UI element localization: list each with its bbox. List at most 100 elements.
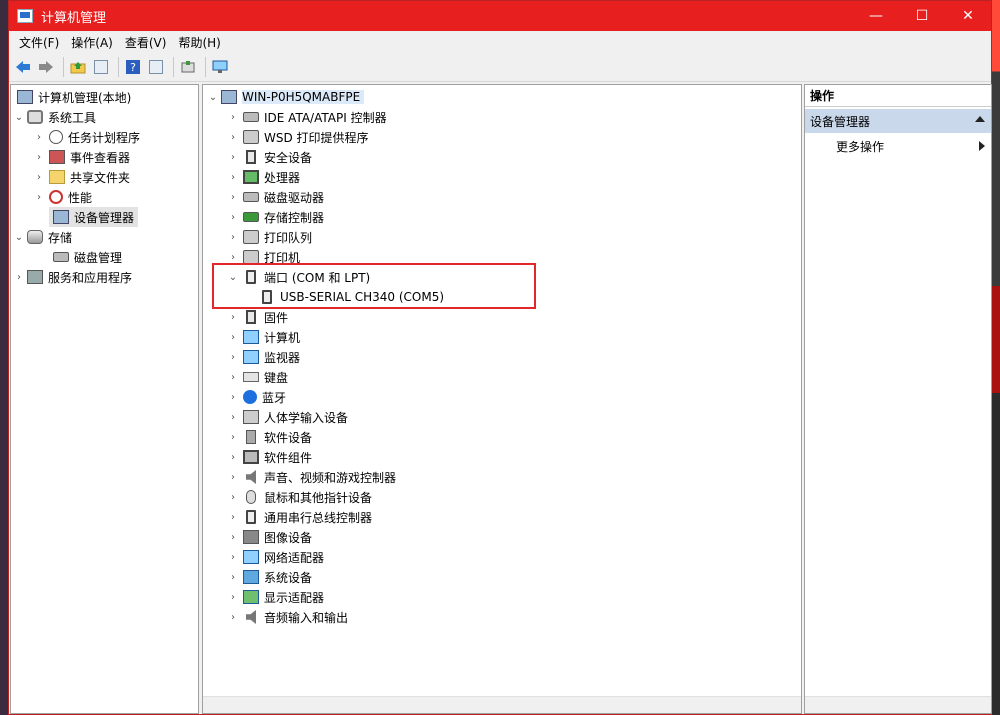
device-category[interactable]: › WSD 打印提供程序: [227, 127, 369, 147]
device-category[interactable]: › 软件组件: [227, 447, 312, 467]
device-category[interactable]: › IDE ATA/ATAPI 控制器: [227, 107, 387, 127]
device-category[interactable]: › 显示适配器: [227, 587, 324, 607]
device-category-label: 蓝牙: [262, 390, 287, 405]
device-category[interactable]: › 安全设备: [227, 147, 312, 167]
device-category[interactable]: › 处理器: [227, 167, 300, 187]
chevron-right-icon[interactable]: ›: [227, 492, 239, 503]
chevron-right-icon[interactable]: ›: [33, 172, 45, 183]
chevron-right-icon[interactable]: ›: [13, 272, 25, 283]
device-category[interactable]: › 系统设备: [227, 567, 312, 587]
tree-item-services-apps[interactable]: › 服务和应用程序: [13, 267, 132, 287]
chevron-right-icon[interactable]: ›: [227, 432, 239, 443]
scan-hardware-button[interactable]: [210, 57, 230, 77]
device-category[interactable]: › 人体学输入设备: [227, 407, 348, 427]
horizontal-scrollbar[interactable]: [805, 696, 991, 713]
tree-item-disk-management[interactable]: 磁盘管理: [49, 247, 122, 267]
device-tree-pane[interactable]: ⌄ WIN-P0H5QMABFPE › IDE ATA/ATAPI 控制器 › WS…: [202, 84, 802, 714]
device-category[interactable]: › 音频输入和输出: [227, 607, 348, 627]
forward-button[interactable]: [36, 57, 56, 77]
chevron-right-icon[interactable]: ›: [227, 332, 239, 343]
close-button[interactable]: ✕: [945, 1, 991, 31]
menu-file[interactable]: 文件(F): [13, 34, 65, 51]
menu-action[interactable]: 操作(A): [65, 34, 119, 51]
chevron-right-icon[interactable]: ›: [33, 152, 45, 163]
chevron-right-icon[interactable]: ›: [227, 572, 239, 583]
tree-item-shared-folders[interactable]: › 共享文件夹: [33, 167, 130, 187]
tree-item-task-scheduler[interactable]: › 任务计划程序: [33, 127, 140, 147]
chevron-right-icon[interactable]: ›: [227, 192, 239, 203]
device-category[interactable]: › 网络适配器: [227, 547, 324, 567]
device-category[interactable]: › 鼠标和其他指针设备: [227, 487, 372, 507]
printer-icon: [243, 250, 259, 264]
device-category[interactable]: › 键盘: [227, 367, 288, 387]
chevron-right-icon[interactable]: ›: [227, 172, 239, 183]
device-category[interactable]: › 图像设备: [227, 527, 312, 547]
chevron-right-icon[interactable]: ›: [227, 212, 239, 223]
tree-item-device-manager[interactable]: 设备管理器: [49, 207, 139, 227]
show-hide-tree-button[interactable]: [91, 57, 111, 77]
chevron-down-icon[interactable]: ⌄: [207, 92, 219, 103]
device-category[interactable]: › 计算机: [227, 327, 300, 347]
device-category[interactable]: › 声音、视频和游戏控制器: [227, 467, 396, 487]
chevron-down-icon[interactable]: ⌄: [13, 232, 25, 243]
device-category[interactable]: › 监视器: [227, 347, 300, 367]
device-category-label: 磁盘驱动器: [264, 190, 325, 205]
tree-item-computer-management[interactable]: 计算机管理(本地): [13, 87, 131, 107]
chevron-right-icon[interactable]: ›: [227, 132, 239, 143]
chevron-right-icon[interactable]: ›: [33, 192, 45, 203]
system-device-icon: [243, 570, 259, 584]
collapse-triangle-icon[interactable]: [975, 116, 985, 122]
device-category[interactable]: › 磁盘驱动器: [227, 187, 324, 207]
horizontal-scrollbar[interactable]: [203, 696, 801, 713]
back-button[interactable]: [13, 57, 33, 77]
device-category[interactable]: › 通用串行总线控制器: [227, 507, 372, 527]
chevron-right-icon[interactable]: ›: [227, 312, 239, 323]
console-tree-icon: [94, 60, 108, 74]
chevron-right-icon[interactable]: ›: [227, 612, 239, 623]
title-bar[interactable]: 计算机管理 — ☐ ✕: [9, 1, 991, 31]
chevron-right-icon[interactable]: ›: [227, 352, 239, 363]
chevron-right-icon[interactable]: ›: [227, 232, 239, 243]
device-category[interactable]: › 打印队列: [227, 227, 312, 247]
chevron-right-icon[interactable]: ›: [227, 552, 239, 563]
chevron-right-icon[interactable]: ›: [227, 372, 239, 383]
chevron-right-icon[interactable]: ›: [227, 452, 239, 463]
chevron-right-icon[interactable]: ›: [227, 152, 239, 163]
device-category[interactable]: › 存储控制器: [227, 207, 324, 227]
chevron-right-icon[interactable]: ›: [227, 252, 239, 263]
device-category[interactable]: › 软件设备: [227, 427, 312, 447]
clock-icon: [49, 130, 63, 144]
folder-up-icon: [70, 62, 86, 74]
up-level-button[interactable]: [68, 57, 88, 77]
help-button[interactable]: ?: [123, 57, 143, 77]
chevron-right-icon[interactable]: ›: [227, 592, 239, 603]
chevron-right-icon[interactable]: ›: [227, 112, 239, 123]
chevron-down-icon[interactable]: ⌄: [13, 112, 25, 123]
minimize-button[interactable]: —: [853, 1, 899, 31]
properties-button[interactable]: [146, 57, 166, 77]
tree-item-performance[interactable]: › 性能: [33, 187, 92, 207]
tree-item-system-tools[interactable]: ⌄ 系统工具: [13, 107, 96, 127]
menu-help[interactable]: 帮助(H): [172, 34, 226, 51]
device-category[interactable]: › 固件: [227, 307, 288, 327]
device-category[interactable]: › 蓝牙: [227, 387, 286, 407]
device-category-label: 音频输入和输出: [264, 610, 349, 625]
chevron-right-icon[interactable]: ›: [227, 392, 239, 403]
chevron-right-icon[interactable]: ›: [227, 512, 239, 523]
services-icon: [27, 270, 43, 284]
chevron-right-icon[interactable]: ›: [227, 472, 239, 483]
device-category-label: 计算机: [264, 330, 301, 345]
maximize-button[interactable]: ☐: [899, 1, 945, 31]
console-tree-pane[interactable]: 计算机管理(本地) ⌄ 系统工具 › 任务计划程序 › 事件查看器 › 共享文件…: [10, 84, 199, 714]
actions-section-device-manager[interactable]: 设备管理器: [805, 109, 991, 133]
toolbar-separator: [118, 57, 119, 77]
chevron-right-icon[interactable]: ›: [227, 532, 239, 543]
update-driver-button[interactable]: [178, 57, 198, 77]
chevron-right-icon[interactable]: ›: [227, 412, 239, 423]
tree-item-storage[interactable]: ⌄ 存储: [13, 227, 72, 247]
chevron-right-icon[interactable]: ›: [33, 132, 45, 143]
more-actions-item[interactable]: 更多操作: [805, 135, 991, 157]
tree-item-event-viewer[interactable]: › 事件查看器: [33, 147, 130, 167]
menu-view[interactable]: 查看(V): [119, 34, 173, 51]
device-root[interactable]: ⌄ WIN-P0H5QMABFPE: [207, 87, 365, 107]
